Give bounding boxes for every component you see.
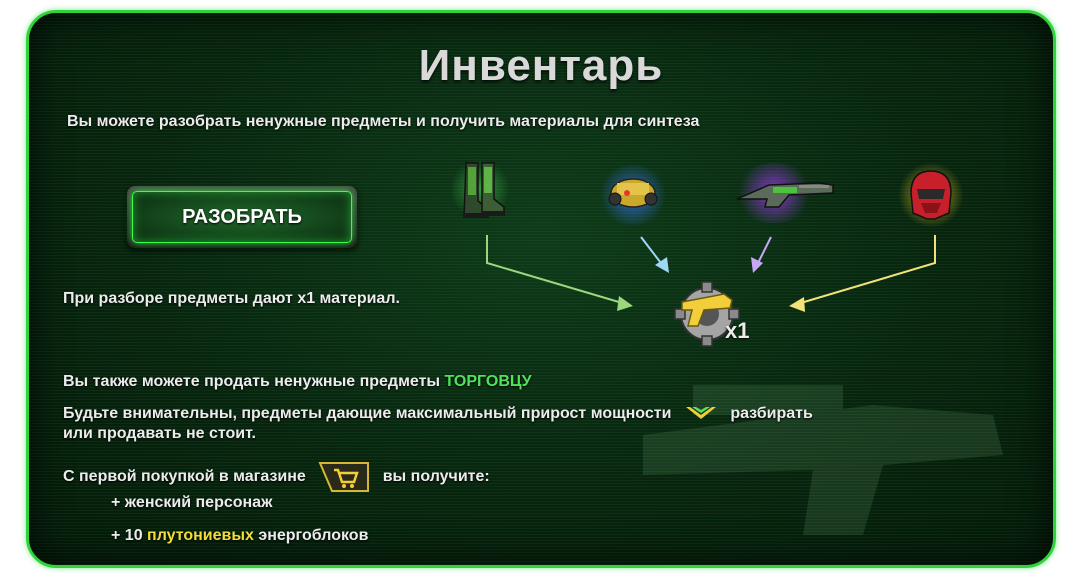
warning-text-before: Будьте внимательны, предметы дающие макс…	[63, 405, 672, 423]
purchase-text-after: вы получите:	[382, 468, 490, 486]
warning-text-line1: Будьте внимательны, предметы дающие макс…	[63, 403, 813, 425]
power-chevron-icon	[685, 407, 716, 419]
sell-text-prefix: Вы также можете продать ненужные предмет…	[63, 373, 445, 390]
warning-text-after: разбирать	[730, 405, 813, 423]
yield-note: При разборе предметы дают x1 материал.	[63, 290, 400, 307]
shop-cart-icon	[318, 462, 370, 492]
purchase-text: С первой покупкой в магазине вы получите…	[63, 460, 490, 494]
inventory-panel: Инвентарь Вы можете разобрать ненужные п…	[26, 10, 1056, 568]
reward-female-character: + женский персонаж	[111, 494, 273, 511]
sell-text: Вы также можете продать ненужные предмет…	[63, 373, 532, 391]
reward2-prefix: + 10	[111, 527, 148, 544]
warning-text-line2: или продавать не стоит.	[63, 425, 256, 442]
material-count: x1	[725, 318, 750, 343]
purchase-text-before: С первой покупкой в магазине	[63, 468, 306, 486]
reward2-highlight: плутониевых	[147, 527, 254, 544]
merchant-link: ТОРГОВЦУ	[444, 373, 532, 390]
reward2-suffix: энергоблоков	[253, 527, 369, 544]
reward-plutonium-blocks: + 10 плутониевых энергоблоков	[111, 527, 368, 545]
